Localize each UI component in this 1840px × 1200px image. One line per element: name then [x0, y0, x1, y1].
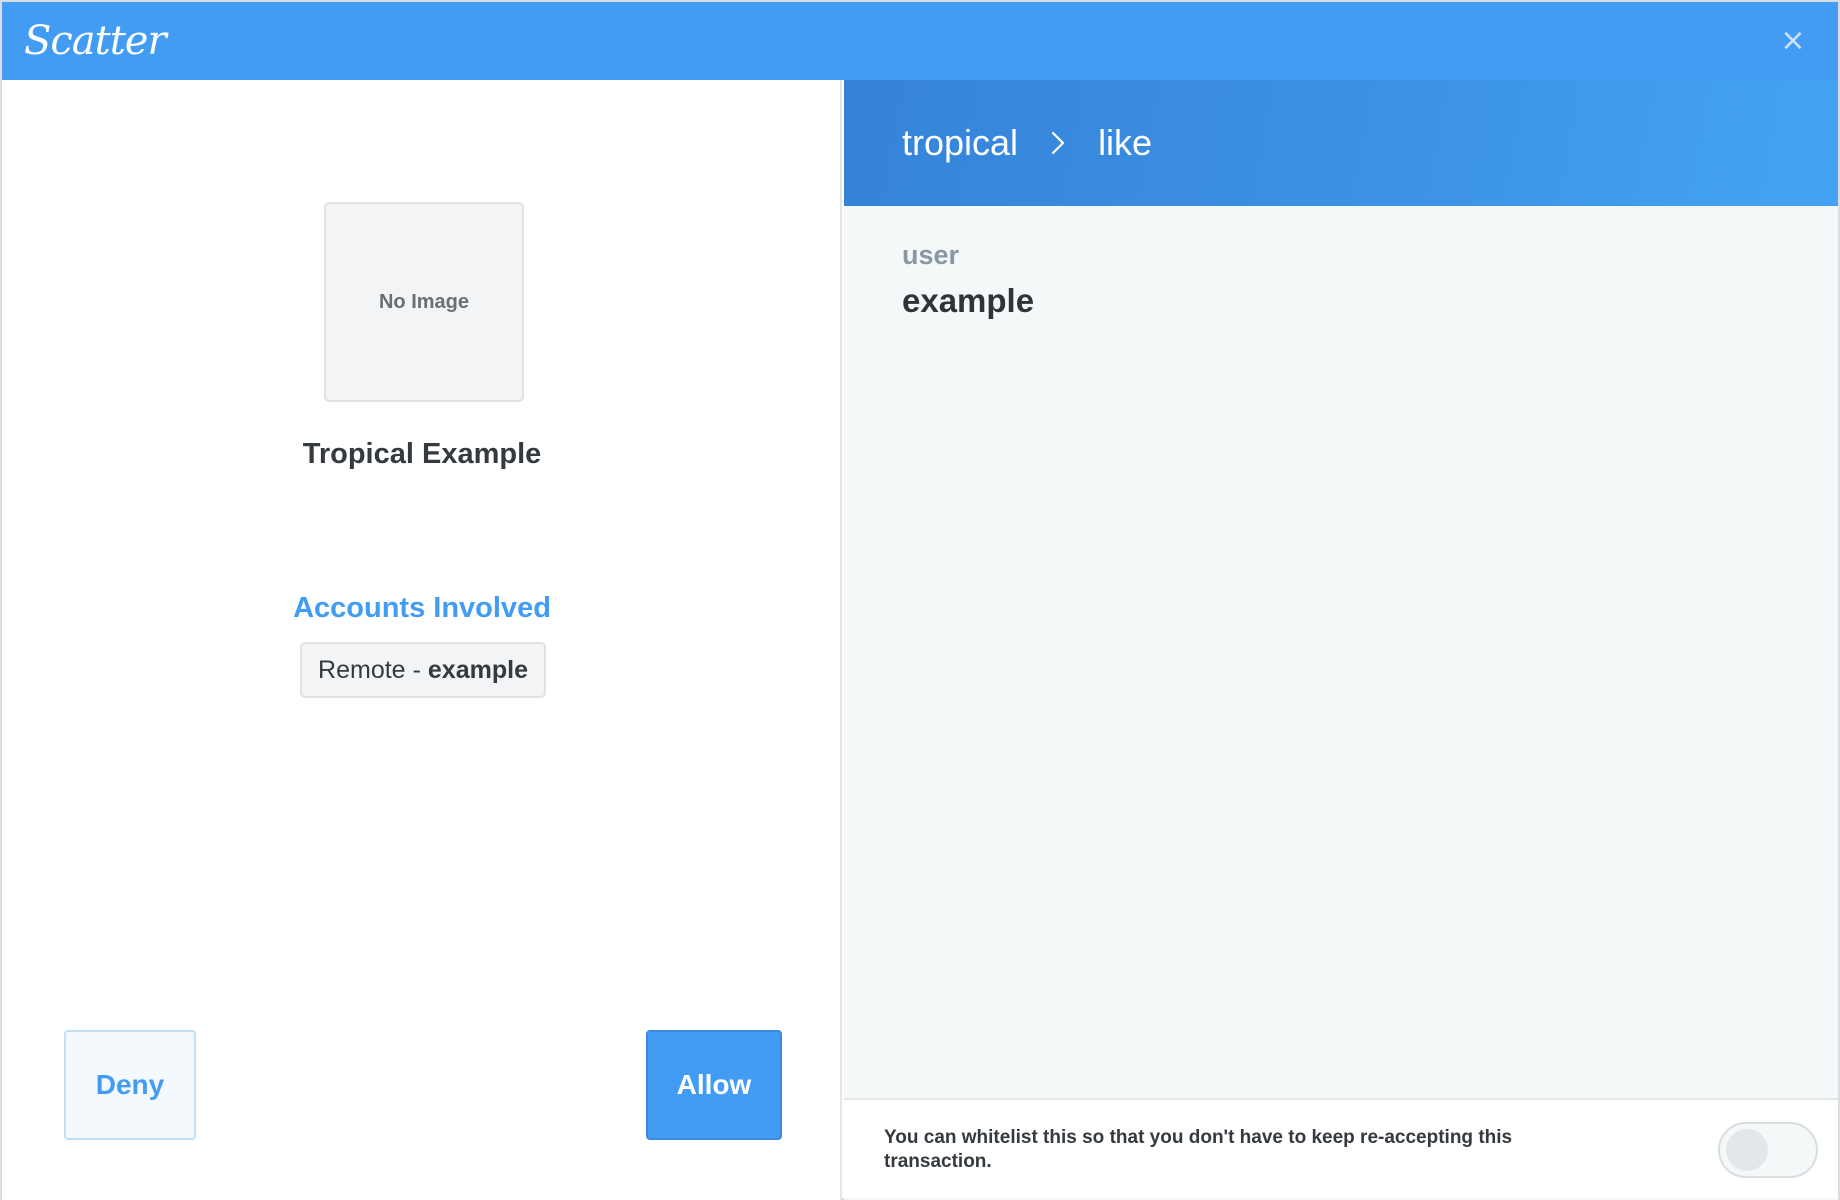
action-details-panel: tropical like user example You can white… — [844, 80, 1838, 1200]
field-label-user: user — [902, 240, 960, 270]
close-button[interactable]: × — [1778, 26, 1808, 56]
toggle-knob — [1726, 1129, 1768, 1171]
request-summary-panel: No Image Tropical Example Accounts Invol… — [2, 80, 842, 1200]
scatter-signature-window: Scatter × No Image Tropical Example Acco… — [0, 0, 1840, 1200]
deny-button[interactable]: Deny — [64, 1030, 196, 1140]
account-separator: - — [412, 655, 421, 684]
contract-name: tropical — [902, 122, 1019, 163]
chevron-right-icon — [1048, 125, 1068, 161]
app-image-placeholder: No Image — [324, 202, 524, 402]
no-image-label: No Image — [378, 290, 470, 313]
action-name: like — [1098, 122, 1153, 163]
account-name: example — [427, 655, 528, 684]
field-value-user: example — [902, 282, 1035, 319]
close-icon: × — [1780, 23, 1806, 58]
whitelist-description: You can whitelist this so that you don't… — [884, 1127, 1513, 1172]
app-name: Tropical Example — [302, 438, 542, 470]
scatter-logo: Scatter — [24, 18, 167, 64]
allow-button[interactable]: Allow — [646, 1030, 782, 1140]
account-network: Remote — [318, 655, 406, 684]
action-header: tropical like — [844, 80, 1838, 206]
title-bar: Scatter × — [2, 2, 1838, 80]
accounts-involved-heading: Accounts Involved — [293, 592, 551, 624]
account-chip: Remote - example — [300, 642, 546, 698]
whitelist-toggle[interactable] — [1718, 1122, 1818, 1178]
whitelist-bar: You can whitelist this so that you don't… — [844, 1098, 1838, 1198]
